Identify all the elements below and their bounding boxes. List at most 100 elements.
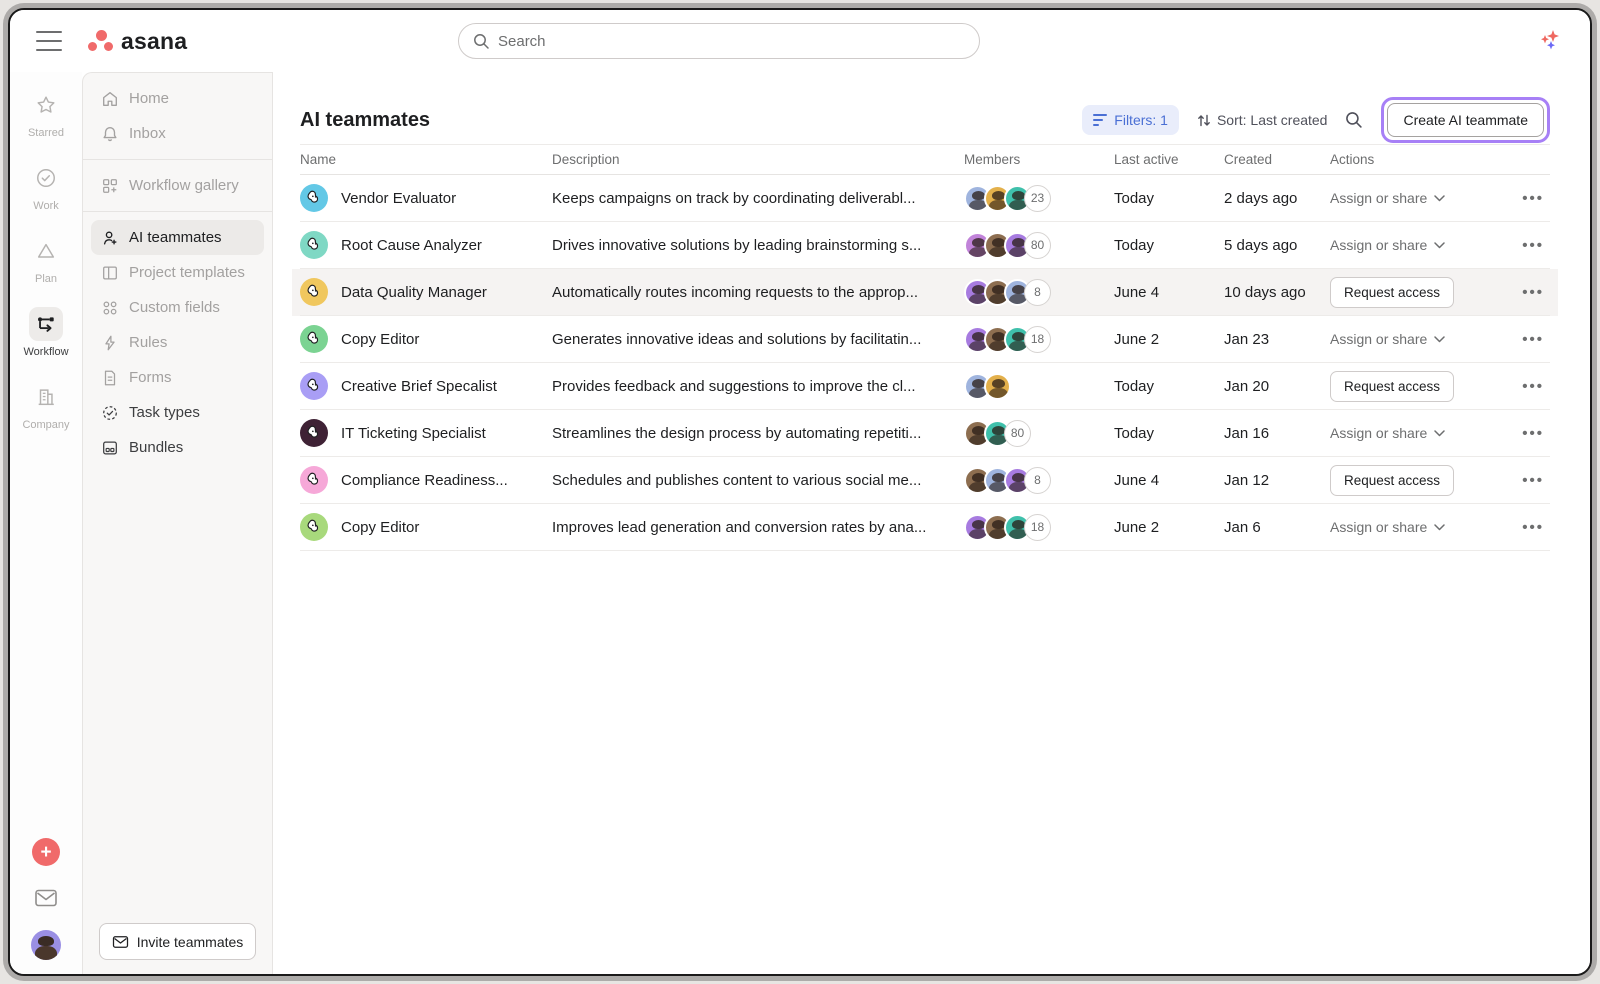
table-row[interactable]: IT Ticketing Specialist Streamlines the … bbox=[300, 410, 1550, 457]
more-options-button[interactable]: ••• bbox=[1522, 331, 1544, 348]
request-access-button[interactable]: Request access bbox=[1330, 371, 1454, 402]
more-options-button[interactable]: ••• bbox=[1522, 378, 1544, 395]
sidebar-item-label: Forms bbox=[129, 369, 172, 386]
assign-or-share-label: Assign or share bbox=[1330, 237, 1427, 253]
sidebar-item-task-types[interactable]: Task types bbox=[91, 395, 264, 430]
more-options-button[interactable]: ••• bbox=[1522, 190, 1544, 207]
teammate-name: Vendor Evaluator bbox=[341, 190, 456, 207]
lightning-icon bbox=[101, 334, 119, 352]
teammate-description: Automatically routes incoming requests t… bbox=[552, 284, 964, 301]
teammate-name: IT Ticketing Specialist bbox=[341, 425, 486, 442]
invite-teammates-button[interactable]: Invite teammates bbox=[99, 923, 256, 960]
table-header-row: Name Description Members Last active Cre… bbox=[300, 144, 1550, 175]
column-header-name[interactable]: Name bbox=[300, 152, 552, 167]
members-avatar-group[interactable]: 8 bbox=[964, 279, 1114, 306]
created-value: Jan 16 bbox=[1224, 425, 1330, 442]
assign-or-share-label: Assign or share bbox=[1330, 331, 1427, 347]
sidebar-item-inbox[interactable]: Inbox bbox=[91, 116, 264, 151]
teammate-avatar-icon bbox=[300, 372, 328, 400]
sidebar-item-ai-teammates[interactable]: AI teammates bbox=[91, 220, 264, 255]
members-avatar-group[interactable]: 18 bbox=[964, 514, 1114, 541]
sidebar-item-custom-fields[interactable]: Custom fields bbox=[91, 290, 264, 325]
sort-arrows-icon bbox=[1197, 113, 1211, 128]
sidebar-item-forms[interactable]: Forms bbox=[91, 360, 264, 395]
table-row[interactable]: Root Cause Analyzer Drives innovative so… bbox=[300, 222, 1550, 269]
rail-item-starred[interactable]: Starred bbox=[28, 88, 64, 139]
sidebar-item-rules[interactable]: Rules bbox=[91, 325, 264, 360]
filters-button[interactable]: Filters: 1 bbox=[1082, 105, 1179, 135]
more-options-button[interactable]: ••• bbox=[1522, 472, 1544, 489]
members-avatar-group[interactable]: 80 bbox=[964, 232, 1114, 259]
request-access-button[interactable]: Request access bbox=[1330, 277, 1454, 308]
table-row[interactable]: Vendor Evaluator Keeps campaigns on trac… bbox=[300, 175, 1550, 222]
teammate-avatar-icon bbox=[300, 466, 328, 494]
teammate-description: Schedules and publishes content to vario… bbox=[552, 472, 964, 489]
search-input[interactable]: Search bbox=[458, 23, 980, 59]
members-avatar-group[interactable]: 80 bbox=[964, 420, 1114, 447]
create-ai-teammate-button[interactable]: Create AI teammate bbox=[1387, 103, 1544, 137]
members-avatar-group[interactable]: 18 bbox=[964, 326, 1114, 353]
rail-item-plan[interactable]: Plan bbox=[29, 234, 63, 285]
rail-item-work[interactable]: Work bbox=[29, 161, 63, 212]
hamburger-menu-icon[interactable] bbox=[36, 31, 62, 51]
assign-or-share-dropdown[interactable]: Assign or share bbox=[1330, 425, 1480, 441]
assign-or-share-dropdown[interactable]: Assign or share bbox=[1330, 237, 1480, 253]
created-value: Jan 20 bbox=[1224, 378, 1330, 395]
rail-item-company[interactable]: Company bbox=[22, 380, 69, 431]
assign-or-share-label: Assign or share bbox=[1330, 519, 1427, 535]
assign-or-share-dropdown[interactable]: Assign or share bbox=[1330, 519, 1480, 535]
assign-or-share-label: Assign or share bbox=[1330, 425, 1427, 441]
chevron-down-icon bbox=[1434, 524, 1445, 531]
sidebar-item-workflow-gallery[interactable]: Workflow gallery bbox=[91, 168, 264, 203]
page-title: AI teammates bbox=[300, 109, 430, 132]
table-search-icon[interactable] bbox=[1345, 111, 1363, 129]
members-avatar-group[interactable]: 23 bbox=[964, 185, 1114, 212]
task-types-icon bbox=[101, 404, 119, 422]
column-header-members[interactable]: Members bbox=[964, 152, 1114, 167]
column-header-created[interactable]: Created bbox=[1224, 152, 1330, 167]
members-avatar-group[interactable] bbox=[964, 373, 1114, 400]
more-options-button[interactable]: ••• bbox=[1522, 519, 1544, 536]
rail-item-workflow[interactable]: Workflow bbox=[23, 307, 68, 358]
asana-logo[interactable]: asana bbox=[88, 28, 187, 55]
mail-icon[interactable] bbox=[34, 888, 58, 908]
home-icon bbox=[101, 90, 119, 108]
created-value: 5 days ago bbox=[1224, 237, 1330, 254]
sidebar-item-label: AI teammates bbox=[129, 229, 222, 246]
table-row[interactable]: Data Quality Manager Automatically route… bbox=[300, 269, 1550, 316]
teammate-description: Provides feedback and suggestions to imp… bbox=[552, 378, 964, 395]
quick-add-button[interactable]: + bbox=[32, 838, 60, 866]
teammate-description: Keeps campaigns on track by coordinating… bbox=[552, 190, 964, 207]
table-body: Vendor Evaluator Keeps campaigns on trac… bbox=[300, 175, 1550, 551]
more-options-button[interactable]: ••• bbox=[1522, 425, 1544, 442]
sidebar-item-project-templates[interactable]: Project templates bbox=[91, 255, 264, 290]
more-options-button[interactable]: ••• bbox=[1522, 284, 1544, 301]
created-value: 2 days ago bbox=[1224, 190, 1330, 207]
rail-label: Work bbox=[33, 200, 58, 212]
chevron-down-icon bbox=[1434, 430, 1445, 437]
table-row[interactable]: Compliance Readiness... Schedules and pu… bbox=[300, 457, 1550, 504]
column-header-description[interactable]: Description bbox=[552, 152, 964, 167]
assign-or-share-dropdown[interactable]: Assign or share bbox=[1330, 331, 1480, 347]
table-row[interactable]: Creative Brief Specalist Provides feedba… bbox=[300, 363, 1550, 410]
assign-or-share-dropdown[interactable]: Assign or share bbox=[1330, 190, 1480, 206]
column-header-last-active[interactable]: Last active bbox=[1114, 152, 1224, 167]
more-options-button[interactable]: ••• bbox=[1522, 237, 1544, 254]
sidebar-item-bundles[interactable]: Bundles bbox=[91, 430, 264, 465]
request-access-button[interactable]: Request access bbox=[1330, 465, 1454, 496]
ai-sparkles-icon[interactable] bbox=[1536, 28, 1562, 54]
building-icon bbox=[29, 380, 63, 414]
user-avatar[interactable] bbox=[31, 930, 61, 960]
sort-button[interactable]: Sort: Last created bbox=[1197, 112, 1328, 128]
members-avatar-group[interactable]: 8 bbox=[964, 467, 1114, 494]
member-count-badge: 8 bbox=[1024, 279, 1051, 306]
triangle-icon bbox=[29, 234, 63, 268]
filter-icon bbox=[1093, 114, 1107, 126]
table-row[interactable]: Copy Editor Generates innovative ideas a… bbox=[300, 316, 1550, 363]
sidebar-divider bbox=[83, 159, 272, 160]
teammate-description: Generates innovative ideas and solutions… bbox=[552, 331, 964, 348]
table-row[interactable]: Copy Editor Improves lead generation and… bbox=[300, 504, 1550, 551]
teammate-name: Creative Brief Specalist bbox=[341, 378, 497, 395]
column-header-actions[interactable]: Actions bbox=[1330, 152, 1480, 167]
sidebar-item-home[interactable]: Home bbox=[91, 81, 264, 116]
